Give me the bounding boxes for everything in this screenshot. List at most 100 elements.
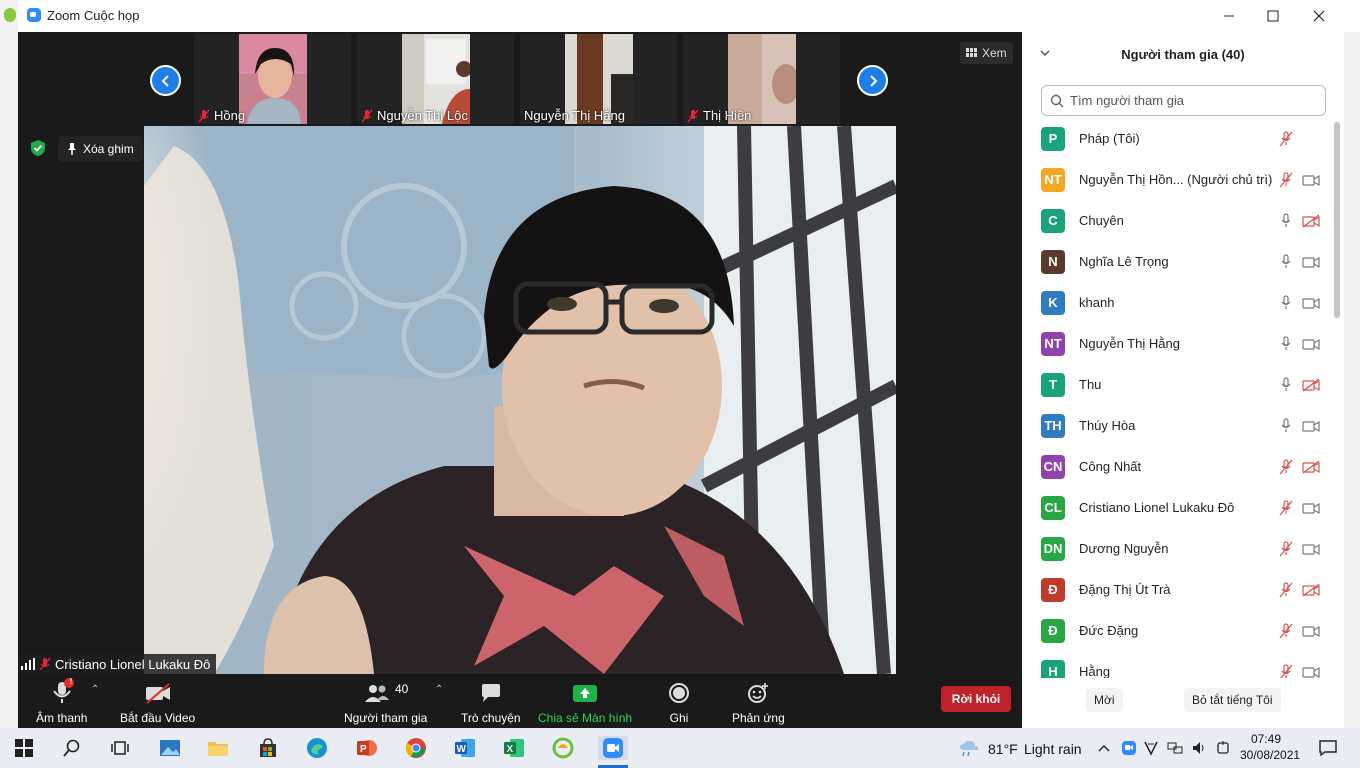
start-button[interactable] (12, 736, 36, 760)
encryption-shield-icon[interactable] (28, 138, 48, 158)
store-app-button[interactable] (256, 736, 280, 760)
video-icon[interactable] (1302, 337, 1320, 351)
video-icon[interactable] (1302, 173, 1320, 187)
participant-thumbnail[interactable]: Thị Hiền (683, 34, 840, 124)
tray-vpn-icon[interactable] (1142, 736, 1160, 760)
chat-button[interactable]: Trò chuyện (461, 678, 521, 725)
strip-next-button[interactable] (857, 65, 888, 96)
taskbar-clock[interactable]: 07:49 30/08/2021 (1240, 731, 1300, 763)
participant-thumbnail[interactable]: Nguyễn Thị Lộc (357, 34, 514, 124)
mic-icon[interactable] (1279, 376, 1293, 393)
photos-app-button[interactable] (158, 736, 182, 760)
participant-row[interactable]: T Thu (1022, 364, 1330, 405)
participant-row[interactable]: Đ Đức Đặng (1022, 610, 1330, 651)
participant-search-input[interactable]: Tìm người tham gia (1041, 85, 1326, 116)
zoom-taskbar-button[interactable] (598, 736, 628, 760)
weather-widget-icon[interactable] (957, 736, 981, 760)
participant-row[interactable]: DN Dương Nguyễn (1022, 528, 1330, 569)
mic-muted-icon[interactable] (1279, 663, 1293, 679)
mic-muted-icon[interactable] (1279, 171, 1293, 188)
word-button[interactable]: W (453, 736, 477, 760)
video-off-icon[interactable] (1302, 459, 1320, 474)
mic-icon[interactable] (1279, 253, 1293, 270)
strip-prev-button[interactable] (150, 65, 181, 96)
audio-options-caret[interactable]: ⌃ (91, 684, 99, 695)
mic-muted-icon[interactable] (1279, 499, 1293, 516)
mic-muted-icon[interactable] (1279, 130, 1293, 147)
share-screen-button[interactable]: Chia sẻ Màn hình (538, 678, 632, 725)
participants-button[interactable]: 40 Người tham gia (344, 678, 427, 725)
scrollbar-thumb[interactable] (1334, 122, 1340, 318)
participant-row[interactable]: Đ Đặng Thị Út Trà (1022, 569, 1330, 610)
show-hidden-icons-button[interactable] (1096, 736, 1112, 760)
participant-row[interactable]: H Hằng (1022, 651, 1330, 678)
task-view-button[interactable] (108, 736, 132, 760)
video-icon[interactable] (1302, 419, 1320, 433)
tray-zoom-icon[interactable] (1120, 736, 1138, 760)
video-icon[interactable] (1302, 665, 1320, 679)
tray-volume-icon[interactable] (1190, 736, 1208, 760)
coc-coc-browser-button[interactable] (551, 736, 575, 760)
minimize-button[interactable] (1206, 0, 1252, 32)
mic-icon[interactable] (1279, 417, 1293, 434)
video-icon[interactable] (1302, 501, 1320, 515)
participant-row[interactable]: N Nghĩa Lê Trọng (1022, 241, 1330, 282)
screen: Zoom Cuộc họp Hồng Nguyễn Thị Lộc Nguyễn… (0, 0, 1360, 768)
signal-strength-icon (21, 658, 35, 670)
mic-icon[interactable] (1279, 294, 1293, 311)
mic-muted-icon[interactable] (1279, 622, 1293, 639)
mic-muted-icon[interactable] (1279, 458, 1293, 475)
video-off-icon[interactable] (1302, 582, 1320, 597)
word-icon: W (455, 739, 475, 757)
participant-row[interactable]: P Pháp (Tôi) (1022, 118, 1330, 159)
window-title: Zoom Cuộc họp (47, 8, 140, 23)
weather-condition[interactable]: Light rain (1024, 741, 1082, 757)
tray-network-icon[interactable] (1166, 736, 1184, 760)
tray-device-icon[interactable] (1214, 736, 1232, 760)
mic-muted-icon[interactable] (1279, 540, 1293, 557)
participants-icon (364, 685, 389, 702)
taskbar-search-button[interactable] (60, 736, 84, 760)
video-icon[interactable] (1302, 255, 1320, 269)
participant-row[interactable]: NT Nguyễn Thị Hồn... (Người chủ trì) (1022, 159, 1330, 200)
mic-icon[interactable] (1279, 212, 1293, 229)
record-button[interactable]: Ghi (668, 678, 690, 725)
unpin-button[interactable]: Xóa ghim (58, 136, 143, 162)
chrome-browser-button[interactable] (404, 736, 428, 760)
view-button[interactable]: Xem (960, 42, 1013, 64)
participant-row[interactable]: TH Thúy Hòa (1022, 405, 1330, 446)
leave-meeting-button[interactable]: Rời khỏi (941, 686, 1011, 712)
participant-row[interactable]: C Chuyên (1022, 200, 1330, 241)
video-icon[interactable] (1302, 296, 1320, 310)
video-off-icon[interactable] (1302, 377, 1320, 392)
excel-button[interactable]: X (502, 736, 526, 760)
edge-browser-button[interactable] (305, 736, 329, 760)
maximize-button[interactable] (1250, 0, 1296, 32)
powerpoint-button[interactable]: P (355, 736, 379, 760)
mic-muted-icon[interactable] (1279, 581, 1293, 598)
unmute-me-button[interactable]: Bỏ tắt tiếng Tôi (1184, 688, 1281, 712)
participant-row[interactable]: NT Nguyễn Thị Hằng (1022, 323, 1330, 364)
chat-label: Trò chuyện (461, 711, 521, 725)
mic-icon[interactable] (1279, 335, 1293, 352)
notification-center-button[interactable] (1316, 736, 1340, 760)
close-button[interactable] (1296, 0, 1342, 32)
weather-temperature[interactable]: 81°F (988, 741, 1018, 757)
participant-row[interactable]: CN Công Nhất (1022, 446, 1330, 487)
invite-button[interactable]: Mời (1086, 688, 1123, 712)
participant-row[interactable]: Kkhanh (1022, 282, 1330, 323)
participant-thumbnail[interactable]: Nguyễn Thị Hằng (520, 34, 677, 124)
windows-logo-icon (15, 739, 33, 757)
video-icon[interactable] (1302, 624, 1320, 638)
video-off-icon[interactable] (1302, 213, 1320, 228)
reactions-button[interactable]: Phản ứng (732, 678, 785, 725)
video-icon[interactable] (1302, 542, 1320, 556)
audio-button[interactable]: Âm thanh (36, 678, 87, 725)
participant-thumbnail[interactable]: Hồng (194, 34, 351, 124)
start-video-button[interactable]: Bắt đầu Video (120, 678, 195, 725)
participant-list-scrollbar[interactable] (1331, 118, 1341, 674)
participant-row[interactable]: CL Cristiano Lionel Lukaku Đô (1022, 487, 1330, 528)
video-label: Bắt đầu Video (120, 711, 196, 725)
participants-options-caret[interactable]: ⌃ (435, 684, 443, 695)
file-explorer-button[interactable] (206, 736, 230, 760)
